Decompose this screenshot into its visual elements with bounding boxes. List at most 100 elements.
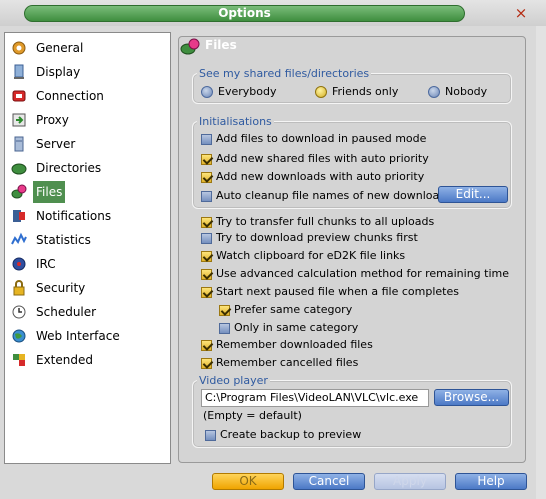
- files-icon: [11, 184, 27, 199]
- checkbox-box: [219, 305, 230, 316]
- radio-label: Nobody: [445, 85, 488, 98]
- checkbox-label: Add new downloads with auto priority: [216, 170, 425, 183]
- irc-icon: [12, 257, 26, 271]
- sidebar-item-label: Statistics: [36, 233, 91, 247]
- sidebar-item-label: Scheduler: [36, 305, 97, 319]
- checkbox-label: Prefer same category: [234, 303, 353, 316]
- right-edge-strip: [536, 26, 546, 499]
- files-icon: [180, 38, 200, 55]
- connection-icon: [12, 90, 26, 102]
- checkbox-label: Try to transfer full chunks to all uploa…: [216, 215, 435, 228]
- checkbox-label: Remember cancelled files: [216, 356, 359, 369]
- checkbox-start-next-paused[interactable]: Start next paused file when a file compl…: [201, 284, 501, 300]
- checkbox-shared-auto-priority[interactable]: Add new shared files with auto priority: [201, 151, 451, 167]
- sidebar-item-display[interactable]: Display: [9, 61, 159, 83]
- close-icon[interactable]: ×: [514, 6, 528, 21]
- video-player-path-input[interactable]: C:\Program Files\VideoLAN\VLC\vlc.exe: [201, 389, 429, 407]
- sidebar-item-label: Notifications: [36, 209, 112, 223]
- checkbox-box: [201, 134, 212, 145]
- checkbox-box: [201, 191, 212, 202]
- apply-button[interactable]: Apply: [374, 473, 446, 490]
- checkbox-label: Create backup to preview: [220, 428, 362, 441]
- checkbox-box: [201, 217, 212, 228]
- checkbox-remember-downloaded[interactable]: Remember downloaded files: [201, 337, 451, 353]
- checkbox-label: Add files to download in paused mode: [216, 132, 427, 145]
- sidebar-item-scheduler[interactable]: Scheduler: [9, 301, 159, 323]
- checkbox-auto-cleanup-names[interactable]: Auto cleanup file names of new downloads: [201, 188, 452, 204]
- radio-friends-only[interactable]: Friends only: [315, 84, 415, 100]
- sidebar-item-label: IRC: [36, 257, 56, 271]
- radio-indicator: [201, 86, 213, 98]
- shared-files-group-title: See my shared files/directories: [197, 67, 372, 80]
- display-icon: [14, 64, 24, 79]
- radio-indicator: [428, 86, 440, 98]
- checkbox-box: [201, 269, 212, 280]
- checkbox-label: Use advanced calculation method for rema…: [216, 267, 510, 280]
- checkbox-create-backup[interactable]: Create backup to preview: [205, 427, 405, 443]
- options-category-list: General Display Connection Proxy Server …: [4, 32, 171, 464]
- notifications-icon: [13, 210, 25, 222]
- sidebar-item-security[interactable]: Security: [9, 277, 159, 299]
- sidebar-item-connection[interactable]: Connection: [9, 85, 159, 107]
- video-player-group-title: Video player: [197, 374, 270, 387]
- checkbox-prefer-same-category[interactable]: Prefer same category: [219, 302, 419, 318]
- checkbox-label: Only in same category: [234, 321, 359, 334]
- help-button[interactable]: Help: [455, 473, 527, 490]
- checkbox-downloads-auto-priority[interactable]: Add new downloads with auto priority: [201, 169, 451, 185]
- statistics-icon: [11, 232, 27, 245]
- checkbox-only-same-category[interactable]: Only in same category: [219, 320, 419, 336]
- clock-icon: [12, 305, 26, 319]
- checkbox-advanced-calculation[interactable]: Use advanced calculation method for rema…: [201, 266, 521, 282]
- sidebar-item-general[interactable]: General: [9, 37, 159, 59]
- sidebar-item-notifications[interactable]: Notifications: [9, 205, 159, 227]
- checkbox-paused-mode[interactable]: Add files to download in paused mode: [201, 131, 451, 147]
- radio-everybody[interactable]: Everybody: [201, 84, 301, 100]
- checkbox-box: [201, 233, 212, 244]
- checkbox-box: [219, 323, 230, 334]
- sidebar-item-server[interactable]: Server: [9, 133, 159, 155]
- radio-nobody[interactable]: Nobody: [428, 84, 508, 100]
- checkbox-box: [201, 287, 212, 298]
- sidebar-item-irc[interactable]: IRC: [9, 253, 159, 275]
- sidebar-item-files[interactable]: Files: [9, 181, 159, 203]
- checkbox-preview-chunks[interactable]: Try to download preview chunks first: [201, 230, 501, 246]
- sidebar-item-directories[interactable]: Directories: [9, 157, 159, 179]
- sidebar-item-web-interface[interactable]: Web Interface: [9, 325, 159, 347]
- edit-button[interactable]: Edit...: [438, 186, 508, 203]
- checkbox-label: Remember downloaded files: [216, 338, 373, 351]
- sidebar-item-label: Security: [36, 281, 86, 295]
- sidebar-item-label: Server: [36, 137, 76, 151]
- checkbox-full-chunks[interactable]: Try to transfer full chunks to all uploa…: [201, 214, 501, 230]
- ok-button[interactable]: OK: [212, 473, 284, 490]
- sidebar-item-extended[interactable]: Extended: [9, 349, 159, 371]
- folder-icon: [11, 163, 27, 175]
- sidebar-item-statistics[interactable]: Statistics: [9, 229, 159, 251]
- checkbox-watch-clipboard[interactable]: Watch clipboard for eD2K file links: [201, 248, 501, 264]
- window-title: Options: [24, 5, 465, 22]
- sidebar-item-label: General: [36, 41, 84, 55]
- server-icon: [14, 136, 24, 152]
- checkbox-box: [201, 251, 212, 262]
- gear-icon: [12, 41, 26, 55]
- video-player-hint: (Empty = default): [203, 409, 302, 422]
- sidebar-item-label: Files: [33, 181, 66, 203]
- radio-label: Friends only: [332, 85, 399, 98]
- panel-title: Files: [205, 38, 237, 52]
- checkbox-box: [201, 340, 212, 351]
- extended-icon: [13, 354, 25, 366]
- checkbox-label: Watch clipboard for eD2K file links: [216, 249, 406, 262]
- browse-button[interactable]: Browse...: [434, 389, 509, 406]
- cancel-button[interactable]: Cancel: [293, 473, 365, 490]
- sidebar-item-label: Connection: [36, 89, 104, 103]
- sidebar-item-label: Web Interface: [36, 329, 120, 343]
- proxy-icon: [12, 113, 26, 127]
- initialisations-group-title: Initialisations: [197, 115, 274, 128]
- checkbox-box: [201, 358, 212, 369]
- sidebar-item-label: Directories: [36, 161, 102, 175]
- sidebar-item-proxy[interactable]: Proxy: [9, 109, 159, 131]
- checkbox-box: [205, 430, 216, 441]
- checkbox-label: Start next paused file when a file compl…: [216, 285, 459, 298]
- sidebar-item-label: Proxy: [36, 113, 69, 127]
- sidebar-item-label: Display: [36, 65, 81, 79]
- checkbox-remember-cancelled[interactable]: Remember cancelled files: [201, 355, 451, 371]
